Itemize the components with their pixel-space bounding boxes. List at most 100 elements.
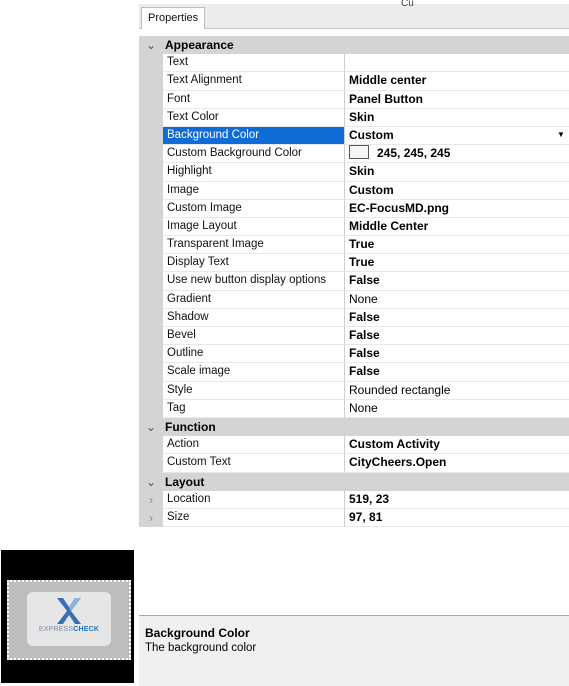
property-name: Display Text	[163, 254, 345, 273]
tab-properties[interactable]: Properties	[141, 7, 206, 29]
property-name: Use new button display options	[163, 272, 345, 291]
property-value[interactable]: Custom	[345, 182, 569, 200]
property-name: Text Alignment	[163, 72, 345, 91]
property-row-size[interactable]: › Size 97, 81	[139, 508, 569, 528]
property-row-location[interactable]: › Location 519, 23	[139, 490, 569, 509]
property-name: Scale image	[163, 363, 345, 382]
property-name: Image	[163, 181, 345, 200]
property-row-custom-background-color[interactable]: Custom Background Color 245, 245, 245	[139, 145, 569, 164]
button-preview-thumbnail: EXPRESSCHECK	[1, 550, 134, 683]
property-grid: ⌄ Appearance Text Text Alignment Middle …	[139, 36, 569, 528]
property-row-gradient[interactable]: Gradient None	[139, 290, 569, 309]
property-value[interactable]: False	[345, 309, 569, 327]
property-row-highlight[interactable]: Highlight Skin	[139, 163, 569, 182]
chevron-down-icon[interactable]: ⌄	[139, 36, 163, 55]
property-value[interactable]: None	[345, 400, 569, 418]
property-name: Action	[163, 436, 345, 455]
tab-strip: Properties Cu	[139, 0, 569, 29]
category-function[interactable]: ⌄ Function	[139, 417, 569, 437]
category-label: Appearance	[163, 36, 569, 55]
property-name: Size	[163, 508, 345, 528]
property-row-tag[interactable]: Tag None	[139, 399, 569, 418]
property-value[interactable]: Middle Center	[345, 218, 569, 237]
property-value[interactable]: None	[345, 291, 569, 309]
property-name: Style	[163, 381, 345, 400]
property-row-background-color[interactable]: Background Color Custom ▼	[139, 126, 569, 146]
property-name: Highlight	[163, 163, 345, 182]
property-name: Text Color	[163, 108, 345, 127]
property-row-image[interactable]: Image Custom	[139, 181, 569, 200]
property-name: Font	[163, 90, 345, 109]
property-value[interactable]: 519, 23	[345, 491, 569, 509]
property-row-text[interactable]: Text	[139, 54, 569, 73]
property-row-text-color[interactable]: Text Color Skin	[139, 108, 569, 127]
property-value[interactable]: True	[345, 236, 569, 255]
property-name: Background Color	[163, 126, 345, 146]
property-row-custom-image[interactable]: Custom Image EC-FocusMD.png	[139, 199, 569, 218]
property-name: Custom Background Color	[163, 145, 345, 164]
property-row-display-text[interactable]: Display Text True	[139, 254, 569, 273]
property-value[interactable]: False	[345, 363, 569, 382]
property-row-scale-image[interactable]: Scale image False	[139, 363, 569, 382]
property-name: Location	[163, 490, 345, 509]
property-name: Custom Text	[163, 454, 345, 473]
chevron-right-icon[interactable]: ›	[139, 490, 163, 509]
property-value[interactable]: True	[345, 254, 569, 273]
property-value[interactable]: Custom Activity	[345, 436, 569, 455]
category-layout[interactable]: ⌄ Layout	[139, 472, 569, 491]
property-value[interactable]: Panel Button	[345, 91, 569, 109]
property-value[interactable]: Custom ▼	[345, 127, 569, 146]
help-description: The background color	[145, 642, 257, 654]
logo-text: EXPRESSCHECK	[38, 626, 100, 633]
property-value[interactable]: Middle center	[345, 72, 569, 91]
help-description-box: Background Color The background color	[139, 615, 569, 686]
property-row-image-layout[interactable]: Image Layout Middle Center	[139, 217, 569, 237]
color-swatch	[349, 145, 369, 160]
property-name: Transparent Image	[163, 236, 345, 255]
property-value-text: Custom	[349, 127, 394, 142]
property-value[interactable]: 97, 81	[345, 509, 569, 528]
property-row-transparent-image[interactable]: Transparent Image True	[139, 236, 569, 255]
property-name: Shadow	[163, 308, 345, 327]
property-name: Outline	[163, 345, 345, 364]
property-value[interactable]: Skin	[345, 109, 569, 127]
property-row-font[interactable]: Font Panel Button	[139, 90, 569, 109]
property-row-style[interactable]: Style Rounded rectangle	[139, 381, 569, 400]
property-row-use-new-button-display-options[interactable]: Use new button display options False	[139, 272, 569, 291]
expresscheck-logo: EXPRESSCHECK	[27, 592, 111, 646]
properties-panel: Properties Cu ⌄ Appearance Text Text Ali…	[139, 0, 569, 686]
property-value[interactable]: EC-FocusMD.png	[345, 200, 569, 218]
property-value[interactable]: CityCheers.Open	[345, 454, 569, 473]
property-name: Text	[163, 54, 345, 73]
button-preview: EXPRESSCHECK	[7, 580, 131, 660]
property-value[interactable]: False	[345, 327, 569, 346]
property-name: Gradient	[163, 290, 345, 309]
property-name: Tag	[163, 399, 345, 418]
property-value[interactable]: 245, 245, 245	[345, 145, 569, 164]
property-name: Bevel	[163, 327, 345, 346]
property-value[interactable]	[345, 54, 569, 73]
property-row-custom-text[interactable]: Custom Text CityCheers.Open	[139, 454, 569, 473]
property-row-bevel[interactable]: Bevel False	[139, 327, 569, 346]
property-name: Image Layout	[163, 217, 345, 237]
property-row-action[interactable]: Action Custom Activity	[139, 436, 569, 455]
chevron-right-icon[interactable]: ›	[139, 508, 163, 528]
property-row-outline[interactable]: Outline False	[139, 345, 569, 364]
property-name: Custom Image	[163, 199, 345, 218]
dropdown-arrow-icon[interactable]: ▼	[555, 128, 567, 142]
property-value[interactable]: False	[345, 272, 569, 291]
category-appearance[interactable]: ⌄ Appearance	[139, 36, 569, 55]
property-value[interactable]: False	[345, 345, 569, 364]
chevron-down-icon[interactable]: ⌄	[139, 417, 163, 437]
category-label: Function	[163, 417, 569, 437]
property-row-text-alignment[interactable]: Text Alignment Middle center	[139, 72, 569, 91]
property-value[interactable]: Rounded rectangle	[345, 382, 569, 400]
truncated-text: Cu	[401, 0, 414, 8]
property-row-shadow[interactable]: Shadow False	[139, 308, 569, 327]
x-logo-icon	[57, 598, 81, 624]
help-title: Background Color	[145, 626, 250, 640]
chevron-down-icon[interactable]: ⌄	[139, 472, 163, 491]
property-value-text: 245, 245, 245	[377, 146, 451, 161]
property-value[interactable]: Skin	[345, 163, 569, 182]
category-label: Layout	[163, 472, 569, 491]
